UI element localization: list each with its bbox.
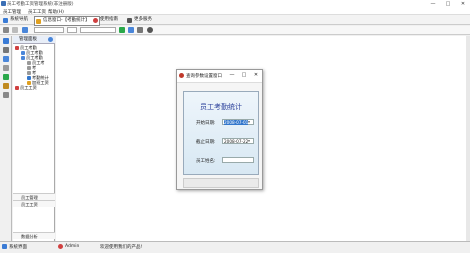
- menu-bar: 员工管理 员工工资 帮助(H): [0, 8, 470, 15]
- close-button[interactable]: ✕: [251, 71, 261, 80]
- toolbar-combo-a[interactable]: [34, 27, 64, 33]
- info-icon: [36, 18, 41, 24]
- start-date-label: 开始日期:: [196, 121, 216, 126]
- tools-icon[interactable]: [3, 47, 9, 53]
- query-dialog: 查询参数设置窗口 — □ ✕ 员工考勤统计 开始日期: 2008-07-01 ▾…: [176, 69, 263, 190]
- service-icon: [127, 17, 132, 23]
- dialog-title-bar: 查询参数设置窗口 — □ ✕: [177, 70, 262, 83]
- play-icon[interactable]: [119, 27, 125, 33]
- end-date-picker[interactable]: 2008-07-22 ▾: [222, 138, 254, 144]
- toolbar: [0, 26, 470, 35]
- window-title: 员工考勤工资管理系统(非注册版): [7, 2, 74, 7]
- folder-icon: [15, 86, 19, 90]
- folder-icon: [15, 46, 19, 50]
- folder-icon[interactable]: [3, 83, 9, 89]
- tree-node-label: 员工工资: [20, 85, 37, 90]
- home-icon: [3, 17, 8, 23]
- calendar-dropdown-icon[interactable]: ▾: [246, 139, 252, 143]
- settings-icon[interactable]: [147, 27, 153, 33]
- dialog-heading: 员工考勤统计: [200, 103, 242, 111]
- status-label: 系统界面: [9, 245, 27, 250]
- tree-bottom-item[interactable]: 数据分析: [13, 232, 55, 239]
- tab-label: 更多服务: [134, 17, 152, 22]
- users-icon[interactable]: [3, 56, 9, 62]
- app-icon: [1, 1, 6, 6]
- end-date-label: 截止日期:: [196, 140, 216, 145]
- employee-name-input[interactable]: [222, 157, 254, 163]
- app-icon: [179, 73, 184, 78]
- report-icon[interactable]: [3, 74, 9, 80]
- tab-label: 使用指南: [100, 17, 118, 22]
- toolbar-combo-c[interactable]: [80, 27, 116, 33]
- maximize-button[interactable]: □: [441, 0, 455, 8]
- user-icon: [58, 244, 63, 249]
- status-message: 欢迎使用我们的产品!: [100, 245, 143, 250]
- tree-bottom-item[interactable]: 员工管理: [13, 193, 55, 200]
- start-date-picker[interactable]: 2008-07-01 ▾: [222, 119, 254, 125]
- status-bar: 系统界面 Admin 欢迎使用我们的产品!: [0, 241, 470, 253]
- tools-icon[interactable]: [137, 27, 143, 33]
- dialog-title: 查询参数设置窗口: [186, 74, 222, 79]
- tab-label: 系统导航: [10, 17, 28, 22]
- minimize-button[interactable]: —: [227, 71, 237, 80]
- employee-name-label: 员工姓名:: [196, 159, 216, 164]
- dialog-panel: 员工考勤统计 开始日期: 2008-07-01 ▾ 截止日期: 2008-07-…: [183, 91, 259, 175]
- status-user: Admin: [65, 244, 80, 249]
- guide-icon: [93, 17, 98, 23]
- folder-icon: [21, 56, 25, 60]
- calendar-icon[interactable]: [3, 65, 9, 71]
- start-date-value: 2008-07-01: [224, 120, 249, 125]
- end-date-value: 2008-07-22: [224, 139, 249, 144]
- vertical-scrollbar[interactable]: [466, 36, 470, 241]
- dialog-footer: [183, 178, 259, 188]
- tree-header: 管理面板: [13, 36, 55, 44]
- tree-header-label: 管理面板: [19, 37, 37, 42]
- search-icon[interactable]: [128, 27, 134, 33]
- window-icon[interactable]: [22, 27, 28, 33]
- settings-icon[interactable]: [3, 92, 9, 98]
- tree-node[interactable]: 员工工资: [15, 85, 37, 90]
- dropdown-icon[interactable]: [12, 27, 18, 33]
- tab-label: 信息窗口-【考勤统计】: [43, 18, 90, 23]
- title-bar: 员工考勤工资管理系统(非注册版) — □ ✕: [0, 0, 470, 8]
- tree-bottom-item[interactable]: 员工工资: [13, 200, 55, 207]
- tab-info-window[interactable]: 信息窗口-【考勤统计】: [34, 16, 100, 26]
- edit-icon[interactable]: [3, 27, 9, 33]
- tab-service[interactable]: 更多服务: [126, 16, 166, 24]
- system-icon: [2, 244, 7, 249]
- nav-icon[interactable]: [3, 38, 9, 44]
- minimize-button[interactable]: —: [426, 0, 440, 8]
- tree-panel: 管理面板 员工考勤 员工考勤 员工考勤 员工考 考 考 考勤统计 加班工资 员工…: [13, 36, 55, 241]
- close-button[interactable]: ✕: [456, 0, 470, 8]
- toolbar-combo-b[interactable]: [67, 27, 77, 33]
- maximize-button[interactable]: □: [239, 71, 249, 80]
- calendar-dropdown-icon[interactable]: ▾: [246, 120, 252, 124]
- pin-icon[interactable]: [48, 37, 53, 42]
- side-icon-strip: [0, 36, 12, 241]
- tab-bar: 系统导航 信息窗口-【考勤统计】 使用指南 更多服务: [0, 15, 470, 26]
